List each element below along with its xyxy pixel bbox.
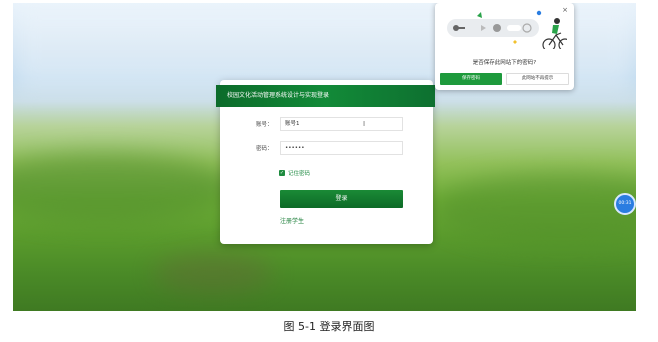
save-password-button[interactable]: 保存密码 <box>440 73 502 85</box>
login-button[interactable]: 登录 <box>280 190 403 208</box>
register-student-link[interactable]: 注册学生 <box>280 216 304 225</box>
password-illustration-icon <box>447 10 567 49</box>
account-label: 账号： <box>256 122 273 128</box>
timer-badge[interactable]: 00:31 <box>614 193 636 215</box>
password-input[interactable]: •••••• <box>280 141 403 155</box>
password-row: 密码： •••••• <box>220 141 433 155</box>
password-label: 密码： <box>256 146 273 152</box>
text-cursor-icon: I <box>363 120 366 128</box>
save-password-popup: × 是否保存此网站下的密码? 保存密码 此网站不再提示 <box>435 3 574 90</box>
background-rock <box>153 253 273 293</box>
account-row: 账号： 账号1 I <box>220 117 433 131</box>
login-card: 校园文化活动管理系统设计与实现登录 账号： 账号1 I 密码： •••••• ✓… <box>216 80 435 244</box>
figure-caption: 图 5-1 登录界面图 <box>283 320 375 333</box>
background-foliage-right <box>433 173 636 243</box>
never-for-site-button[interactable]: 此网站不再提示 <box>506 73 569 85</box>
remember-checkbox[interactable]: ✓ <box>279 170 285 176</box>
remember-label: 记住密码 <box>288 171 311 177</box>
background-foliage-left <box>13 153 233 223</box>
login-title: 校园文化活动管理系统设计与实现登录 <box>216 85 435 107</box>
browser-viewport: 校园文化活动管理系统设计与实现登录 账号： 账号1 I 密码： •••••• ✓… <box>13 3 636 311</box>
account-input[interactable]: 账号1 <box>280 117 403 131</box>
save-password-question: 是否保存此网站下的密码? <box>472 60 537 66</box>
